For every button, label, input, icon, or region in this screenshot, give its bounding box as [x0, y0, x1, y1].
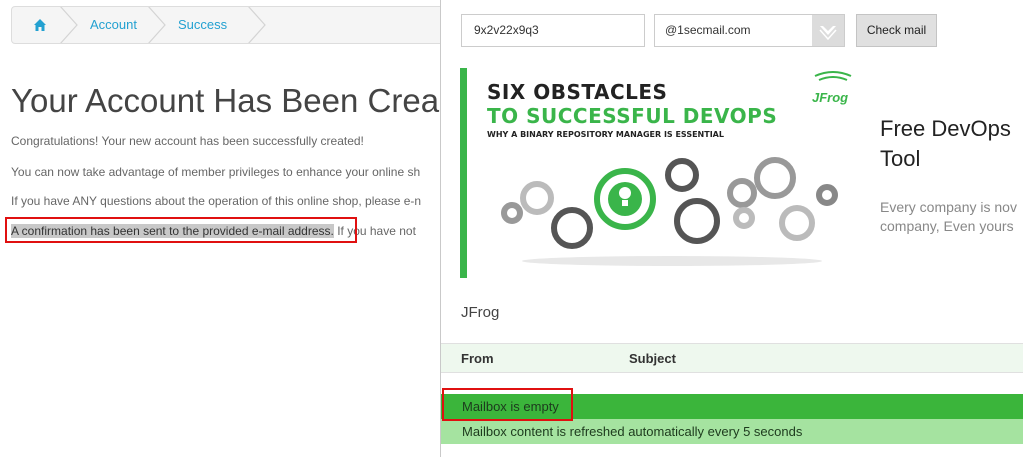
breadcrumb-separator — [59, 7, 79, 43]
breadcrumb-separator — [247, 7, 267, 43]
breadcrumb-account[interactable]: Account — [90, 7, 137, 43]
breadcrumb-success[interactable]: Success — [178, 7, 227, 43]
paragraph-congrats: Congratulations! Your new account has be… — [11, 134, 364, 148]
paragraph-questions: If you have ANY questions about the oper… — [11, 194, 422, 208]
mailbox-refresh-row: Mailbox content is refreshed automatical… — [441, 419, 1023, 444]
ad-desc-line-2: company, Even yours — [880, 218, 1014, 234]
mailbox-empty-highlight-box — [442, 388, 573, 421]
ad-description: Every company is nov company, Even yours — [880, 198, 1017, 236]
paragraph-privileges: You can now take advantage of member pri… — [11, 165, 421, 179]
column-subject: Subject — [629, 351, 676, 366]
ad-image-subheading: WHY A BINARY REPOSITORY MANAGER IS ESSEN… — [487, 130, 724, 139]
mailbox-refresh-text: Mailbox content is refreshed automatical… — [462, 424, 803, 439]
ad-desc-line-1: Every company is nov — [880, 199, 1017, 215]
confirmation-highlight-box — [5, 217, 357, 243]
mail-panel: 9x2v22x9q3 @1secmail.com Check mail SIX … — [440, 0, 1023, 457]
ad-title-line-1: Free DevOps — [880, 116, 1011, 141]
chevron-down-icon[interactable] — [812, 15, 844, 46]
screen: Account Success Your Account Has Been Cr… — [0, 0, 1023, 457]
ad-title[interactable]: Free DevOps Tool — [880, 114, 1023, 174]
breadcrumb: Account Success — [11, 6, 451, 44]
ad-title-line-2: Tool — [880, 146, 921, 171]
ad-image[interactable]: SIX OBSTACLES TO SUCCESSFUL DEVOPS WHY A… — [467, 68, 862, 278]
ad-accent-bar — [460, 68, 467, 278]
domain-select[interactable]: @1secmail.com — [654, 14, 845, 47]
ad-sponsor[interactable]: JFrog — [461, 304, 499, 321]
home-icon[interactable] — [33, 7, 49, 43]
ad-image-heading-1: SIX OBSTACLES — [487, 80, 668, 104]
page-title: Your Account Has Been Crea — [11, 82, 440, 119]
ad-banner[interactable]: SIX OBSTACLES TO SUCCESSFUL DEVOPS WHY A… — [460, 68, 1023, 278]
column-from: From — [461, 351, 494, 366]
check-mail-button[interactable]: Check mail — [856, 14, 937, 47]
mailbox-table-header: From Subject — [441, 343, 1023, 373]
domain-value: @1secmail.com — [665, 23, 751, 37]
gears-illustration — [501, 157, 838, 266]
breadcrumb-separator — [147, 7, 167, 43]
username-input[interactable]: 9x2v22x9q3 — [461, 14, 645, 47]
ad-logo-text: JFrog — [812, 90, 849, 105]
ad-image-heading-2: TO SUCCESSFUL DEVOPS — [487, 104, 778, 128]
